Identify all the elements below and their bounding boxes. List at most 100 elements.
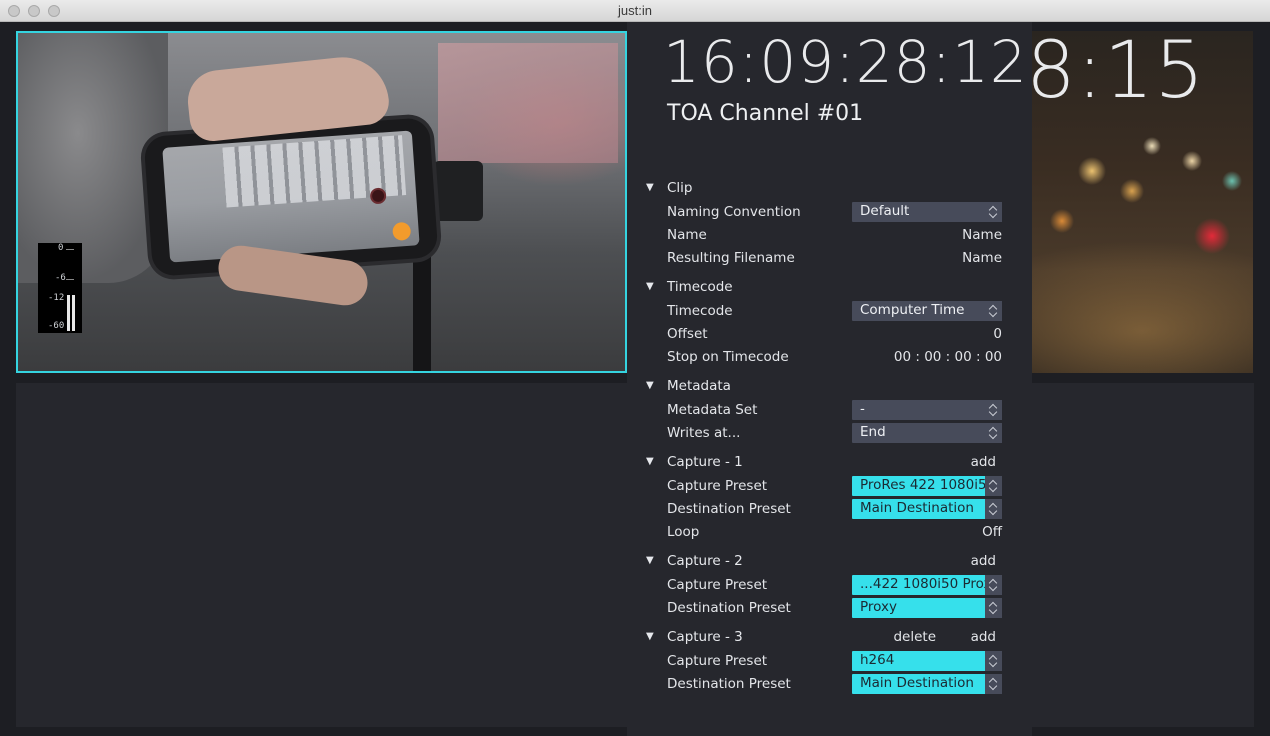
audio-level-meter: 0 -6 -12 -60 — [38, 243, 82, 333]
field-label: Name — [667, 227, 707, 243]
section-header-metadata[interactable]: ▼ Metadata — [646, 376, 1004, 398]
row-metadata-set: Metadata Set - — [646, 400, 1004, 422]
window-title: just:in — [618, 3, 652, 18]
stop-timecode-field[interactable]: 00 : 00 : 00 : 00 — [894, 349, 1002, 365]
writes-at-select[interactable]: End — [852, 423, 1002, 443]
updown-chevron-icon — [985, 423, 1002, 443]
capture-preset-select[interactable]: ...422 1080i50 Proxy — [852, 575, 1002, 595]
destination-preset-select[interactable]: Proxy — [852, 598, 1002, 618]
add-capture-button[interactable]: add — [971, 553, 996, 569]
meter-bar-left — [67, 295, 70, 331]
field-label: Capture Preset — [667, 478, 768, 494]
row-writes-at: Writes at... End — [646, 423, 1004, 445]
disclosure-triangle-icon[interactable]: ▼ — [646, 555, 654, 566]
section-header-clip[interactable]: ▼ Clip — [646, 178, 1004, 200]
destination-preset-select[interactable]: Main Destination — [852, 499, 1002, 519]
select-value: Computer Time — [860, 302, 965, 318]
select-value: ...422 1080i50 Proxy — [860, 576, 990, 592]
field-label: Destination Preset — [667, 600, 791, 616]
row-capture-preset: Capture Preset h264 — [646, 651, 1004, 673]
row-resulting-filename: Resulting Filename Name — [646, 248, 1004, 270]
meter-bar-right — [72, 295, 75, 331]
empty-channel-slot-right — [1032, 383, 1254, 727]
section-header-capture-2[interactable]: ▼ Capture - 2 add — [646, 551, 1004, 573]
field-label: Timecode — [667, 303, 733, 319]
section-header-capture-1[interactable]: ▼ Capture - 1 add — [646, 452, 1004, 474]
select-value: Default — [860, 203, 910, 219]
disclosure-triangle-icon[interactable]: ▼ — [646, 456, 654, 467]
select-value: - — [860, 401, 865, 417]
row-offset: Offset 0 — [646, 324, 1004, 346]
section-title: Timecode — [667, 279, 733, 295]
window-titlebar: just:in — [0, 0, 1270, 22]
phone-screen — [162, 130, 420, 263]
select-value: Main Destination — [860, 500, 974, 516]
row-loop: Loop Off — [646, 522, 1004, 544]
section-title: Metadata — [667, 378, 731, 394]
field-label: Loop — [667, 524, 700, 540]
row-capture-preset: Capture Preset ...422 1080i50 Proxy — [646, 575, 1004, 597]
loop-toggle[interactable]: Off — [982, 524, 1002, 540]
field-label: Capture Preset — [667, 653, 768, 669]
disclosure-triangle-icon[interactable]: ▼ — [646, 281, 654, 292]
meter-tick — [66, 279, 74, 280]
select-value: ProRes 422 1080i50 — [860, 477, 990, 493]
naming-convention-select[interactable]: Default — [852, 202, 1002, 222]
timecode-source-select[interactable]: Computer Time — [852, 301, 1002, 321]
delete-capture-button[interactable]: delete — [893, 629, 936, 645]
field-label: Stop on Timecode — [667, 349, 789, 365]
row-stop-on-timecode: Stop on Timecode 00 : 00 : 00 : 00 — [646, 347, 1004, 369]
orange-button-icon — [392, 221, 412, 241]
channel-timecode: 16:09:28:12 — [663, 28, 1028, 96]
updown-chevron-icon — [985, 301, 1002, 321]
row-name: Name Name — [646, 225, 1004, 247]
channel-video-preview[interactable]: 0 -6 -12 -60 — [16, 31, 627, 373]
add-capture-button[interactable]: add — [971, 454, 996, 470]
resulting-filename-value: Name — [962, 250, 1002, 266]
name-field[interactable]: Name — [962, 227, 1002, 243]
field-label: Destination Preset — [667, 676, 791, 692]
metadata-set-select[interactable]: - — [852, 400, 1002, 420]
updown-chevron-icon — [985, 651, 1002, 671]
disclosure-triangle-icon[interactable]: ▼ — [646, 182, 654, 193]
row-destination-preset: Destination Preset Main Destination — [646, 499, 1004, 521]
secondary-clock-clip: 8:15 — [1032, 22, 1254, 382]
updown-chevron-icon — [985, 400, 1002, 420]
updown-chevron-icon — [985, 202, 1002, 222]
channel-title: TOA Channel #01 — [667, 101, 864, 126]
section-title: Capture - 3 — [667, 629, 743, 645]
disclosure-triangle-icon[interactable]: ▼ — [646, 631, 654, 642]
updown-chevron-icon — [985, 476, 1002, 496]
section-title: Clip — [667, 180, 693, 196]
field-label: Writes at... — [667, 425, 741, 441]
select-value: End — [860, 424, 886, 440]
meter-label-12: -12 — [48, 293, 65, 303]
meter-label-60: -60 — [48, 321, 65, 331]
row-destination-preset: Destination Preset Proxy — [646, 598, 1004, 620]
capture-preset-select[interactable]: h264 — [852, 651, 1002, 671]
field-label: Offset — [667, 326, 708, 342]
record-dot-icon — [369, 187, 387, 205]
meter-label-0: 0 — [58, 243, 64, 253]
select-value: h264 — [860, 652, 895, 668]
row-naming-convention: Naming Convention Default — [646, 202, 1004, 224]
updown-chevron-icon — [985, 674, 1002, 694]
section-header-timecode[interactable]: ▼ Timecode — [646, 277, 1004, 299]
empty-channel-slot — [16, 383, 627, 727]
select-value: Proxy — [860, 599, 897, 615]
row-capture-preset: Capture Preset ProRes 422 1080i50 — [646, 476, 1004, 498]
meter-label-6: -6 — [55, 273, 66, 283]
add-capture-button[interactable]: add — [971, 629, 996, 645]
offset-field[interactable]: 0 — [993, 326, 1002, 342]
capture-preset-select[interactable]: ProRes 422 1080i50 — [852, 476, 1002, 496]
field-label: Resulting Filename — [667, 250, 795, 266]
section-header-capture-3[interactable]: ▼ Capture - 3 delete add — [646, 627, 1004, 649]
select-value: Main Destination — [860, 675, 974, 691]
destination-preset-select[interactable]: Main Destination — [852, 674, 1002, 694]
disclosure-triangle-icon[interactable]: ▼ — [646, 380, 654, 391]
updown-chevron-icon — [985, 598, 1002, 618]
row-timecode-source: Timecode Computer Time — [646, 301, 1004, 323]
field-label: Capture Preset — [667, 577, 768, 593]
section-title: Capture - 1 — [667, 454, 743, 470]
background-building — [438, 43, 618, 163]
